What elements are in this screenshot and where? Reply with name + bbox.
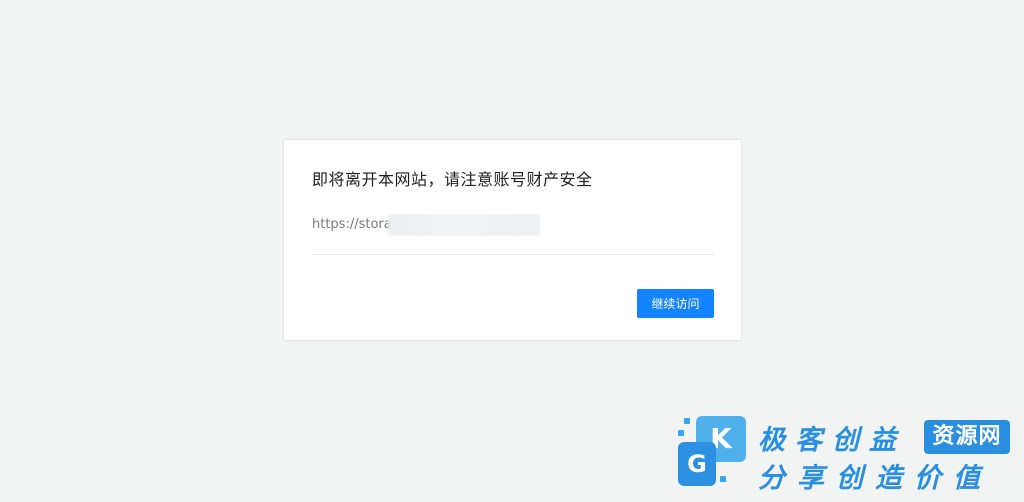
logo-dot-icon [720,476,726,482]
watermark-slogan: 分享创造价值 [758,463,992,494]
watermark-badge: 资源网 [924,420,1010,454]
target-url-text: https://stora [312,217,392,232]
url-redaction-blur [388,214,540,236]
continue-visit-button[interactable]: 继续访问 [637,289,714,318]
logo-dot-icon [678,430,684,436]
dialog-divider [312,254,714,255]
watermark-logo-mark: K G [678,414,750,488]
target-url: https://stora [312,214,542,236]
logo-g-square: G [678,442,716,486]
dialog-title: 即将离开本网站，请注意账号财产安全 [312,170,593,189]
watermark-brand-text: 极客创益 [758,425,906,456]
page: 即将离开本网站，请注意账号财产安全 https://stora 继续访问 K G… [0,0,1024,502]
watermark-logo: K G 极客创益 资源网 分享创造价值 [678,414,1018,494]
logo-dot-icon [684,418,690,424]
leave-site-dialog: 即将离开本网站，请注意账号财产安全 https://stora 继续访问 [283,139,742,341]
